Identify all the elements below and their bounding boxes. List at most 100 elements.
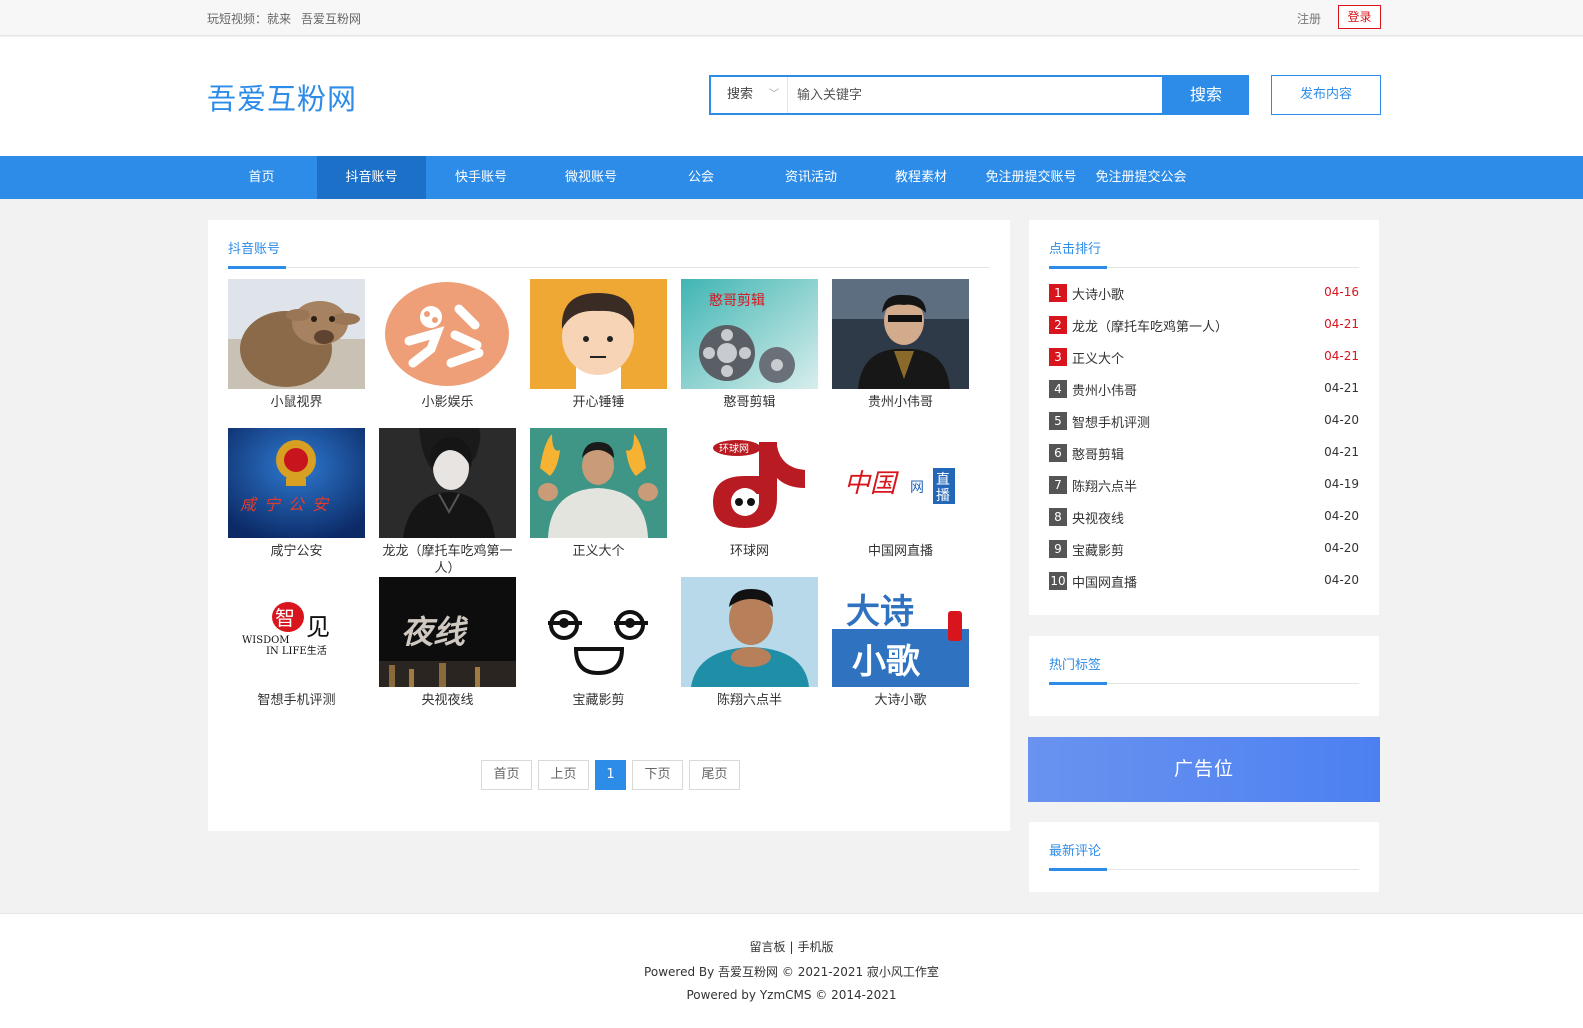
- account-name: 中国网直播: [867, 544, 933, 559]
- account-thumbnail: [530, 279, 667, 389]
- account-name: 咸宁公安: [270, 544, 323, 559]
- account-name: 小影娱乐: [421, 395, 474, 410]
- nav-item-douyin[interactable]: 抖音账号: [317, 156, 426, 199]
- account-thumbnail: [530, 577, 667, 687]
- nav-item-home[interactable]: 首页: [207, 156, 316, 199]
- account-thumbnail: 中国 网 直 播: [832, 428, 969, 538]
- ranking-item[interactable]: 8 央视夜线 04-20: [1049, 507, 1359, 527]
- thumb-label: 网: [910, 480, 924, 496]
- guestbook-link[interactable]: 留言板: [749, 940, 785, 954]
- site-logo[interactable]: 吾爱互粉网: [207, 76, 357, 118]
- nav-item-weishi[interactable]: 微视账号: [536, 156, 646, 199]
- footer-site-link[interactable]: 吾爱互粉网: [718, 965, 778, 979]
- ranking-item[interactable]: 9 宝藏影剪 04-20: [1049, 539, 1359, 559]
- rank-number: 7: [1049, 476, 1067, 494]
- nav-item-guild[interactable]: 公会: [646, 156, 756, 199]
- account-card[interactable]: 小鼠视界: [228, 279, 365, 428]
- account-thumbnail: 憨哥剪辑: [681, 279, 818, 389]
- rank-title: 中国网直播: [1072, 576, 1138, 591]
- rank-number: 6: [1049, 444, 1067, 462]
- thumb-label: 咸宁公安: [240, 495, 336, 514]
- thumb-label: 小歌: [852, 642, 921, 682]
- publish-button[interactable]: 发布内容: [1271, 75, 1381, 115]
- ranking-item[interactable]: 6 憨哥剪辑 04-21: [1049, 443, 1359, 463]
- account-card[interactable]: 正义大个: [530, 428, 667, 577]
- nav-item-tutorials[interactable]: 教程素材: [866, 156, 976, 199]
- account-card[interactable]: 智 见 WISDOM IN LIFE生活 智想手机评测: [228, 577, 365, 726]
- header: 吾爱互粉网 搜索 ﹀ 搜索 发布内容: [0, 37, 1583, 156]
- rank-number: 3: [1049, 348, 1067, 366]
- page-first-button[interactable]: 首页: [481, 760, 532, 790]
- page-current[interactable]: 1: [595, 760, 626, 790]
- rank-date: 04-21: [1324, 445, 1359, 459]
- search-input[interactable]: [789, 77, 1159, 113]
- footer-cms: Powered by YzmCMS © 2014-2021: [686, 988, 897, 1002]
- register-link[interactable]: 注册: [1297, 10, 1321, 27]
- ranking-item[interactable]: 2 龙龙（摩托车吃鸡第一人） 04-21: [1049, 315, 1359, 335]
- nav-item-news[interactable]: 资讯活动: [756, 156, 866, 199]
- account-card[interactable]: 环球网 环球网: [681, 428, 818, 577]
- account-card[interactable]: 龙龙（摩托车吃鸡第一人）: [379, 428, 516, 577]
- ranking-item[interactable]: 10 中国网直播 04-20: [1049, 571, 1359, 591]
- section-divider: [1049, 868, 1359, 871]
- account-thumbnail: [832, 279, 969, 389]
- search-button[interactable]: 搜索: [1163, 75, 1249, 115]
- account-card[interactable]: 宝藏影剪: [530, 577, 667, 726]
- hot-tags-panel: 热门标签: [1029, 636, 1379, 716]
- rank-title: 正义大个: [1072, 352, 1125, 367]
- search-type-select[interactable]: 搜索 ﹀: [711, 77, 788, 113]
- slogan: 玩短视频：就来 吾爱互粉网: [207, 10, 361, 27]
- rank-title: 智想手机评测: [1072, 416, 1151, 431]
- rank-title: 央视夜线: [1072, 512, 1125, 527]
- account-card[interactable]: 陈翔六点半: [681, 577, 818, 726]
- ranking-item[interactable]: 5 智想手机评测 04-20: [1049, 411, 1359, 431]
- nav-item-submit-guild[interactable]: 免注册提交公会: [1086, 156, 1196, 199]
- thumb-label: 智: [275, 606, 295, 630]
- slogan-site-link[interactable]: 吾爱互粉网: [301, 12, 361, 26]
- rank-title: 宝藏影剪: [1072, 544, 1125, 559]
- account-card[interactable]: 中国 网 直 播 中国网直播: [832, 428, 969, 577]
- rank-number: 5: [1049, 412, 1067, 430]
- nav-item-submit-account[interactable]: 免注册提交账号: [976, 156, 1086, 199]
- account-thumbnail: 智 见 WISDOM IN LIFE生活: [228, 577, 365, 687]
- mobile-link[interactable]: 手机版: [798, 940, 834, 954]
- nav-item-kuaishou[interactable]: 快手账号: [426, 156, 536, 199]
- account-card[interactable]: 咸宁公安 咸宁公安: [228, 428, 365, 577]
- section-title: 最新评论: [1049, 844, 1102, 859]
- section-divider: [1049, 682, 1359, 685]
- main-nav: 首页 抖音账号 快手账号 微视账号 公会 资讯活动 教程素材 免注册提交账号 免…: [0, 156, 1583, 199]
- account-name: 正义大个: [572, 544, 625, 559]
- rank-date: 04-16: [1324, 285, 1359, 299]
- account-card[interactable]: 小影娱乐: [379, 279, 516, 428]
- account-list-panel: 抖音账号 小鼠视界 小影娱乐 开心锤锤 憨哥剪辑 憨哥剪辑 贵州小伟哥 咸宁公安…: [208, 220, 1010, 831]
- thumb-label: 憨哥剪辑: [709, 293, 765, 309]
- rank-date: 04-20: [1324, 413, 1359, 427]
- rank-title: 大诗小歌: [1072, 288, 1125, 303]
- footer: 留言板 | 手机版 Powered By 吾爱互粉网 © 2021-2021 寂小风…: [0, 913, 1583, 1028]
- page-last-button[interactable]: 尾页: [689, 760, 740, 790]
- page-next-button[interactable]: 下页: [632, 760, 683, 790]
- thumb-label: 大诗: [846, 592, 914, 632]
- ad-banner[interactable]: 广告位: [1028, 737, 1380, 802]
- account-card[interactable]: 大诗 小歌 大诗小歌: [832, 577, 969, 726]
- page-prev-button[interactable]: 上页: [538, 760, 589, 790]
- ranking-item[interactable]: 3 正义大个 04-21: [1049, 347, 1359, 367]
- ranking-item[interactable]: 7 陈翔六点半 04-19: [1049, 475, 1359, 495]
- footer-links: 留言板 | 手机版: [0, 938, 1583, 955]
- rank-number: 1: [1049, 284, 1067, 302]
- ranking-item[interactable]: 1 大诗小歌 04-16: [1049, 283, 1359, 303]
- rank-number: 9: [1049, 540, 1067, 558]
- rank-date: 04-20: [1324, 573, 1359, 587]
- account-name: 开心锤锤: [572, 395, 625, 410]
- section-title: 抖音账号: [228, 242, 281, 257]
- account-name: 贵州小伟哥: [867, 395, 933, 410]
- account-thumbnail: [379, 428, 516, 538]
- login-button[interactable]: 登录: [1338, 5, 1381, 29]
- account-name: 环球网: [729, 544, 769, 559]
- account-card[interactable]: 开心锤锤: [530, 279, 667, 428]
- account-card[interactable]: 憨哥剪辑 憨哥剪辑: [681, 279, 818, 428]
- account-card[interactable]: 夜线 央视夜线: [379, 577, 516, 726]
- account-name: 陈翔六点半: [716, 693, 782, 708]
- ranking-item[interactable]: 4 贵州小伟哥 04-21: [1049, 379, 1359, 399]
- account-card[interactable]: 贵州小伟哥: [832, 279, 969, 428]
